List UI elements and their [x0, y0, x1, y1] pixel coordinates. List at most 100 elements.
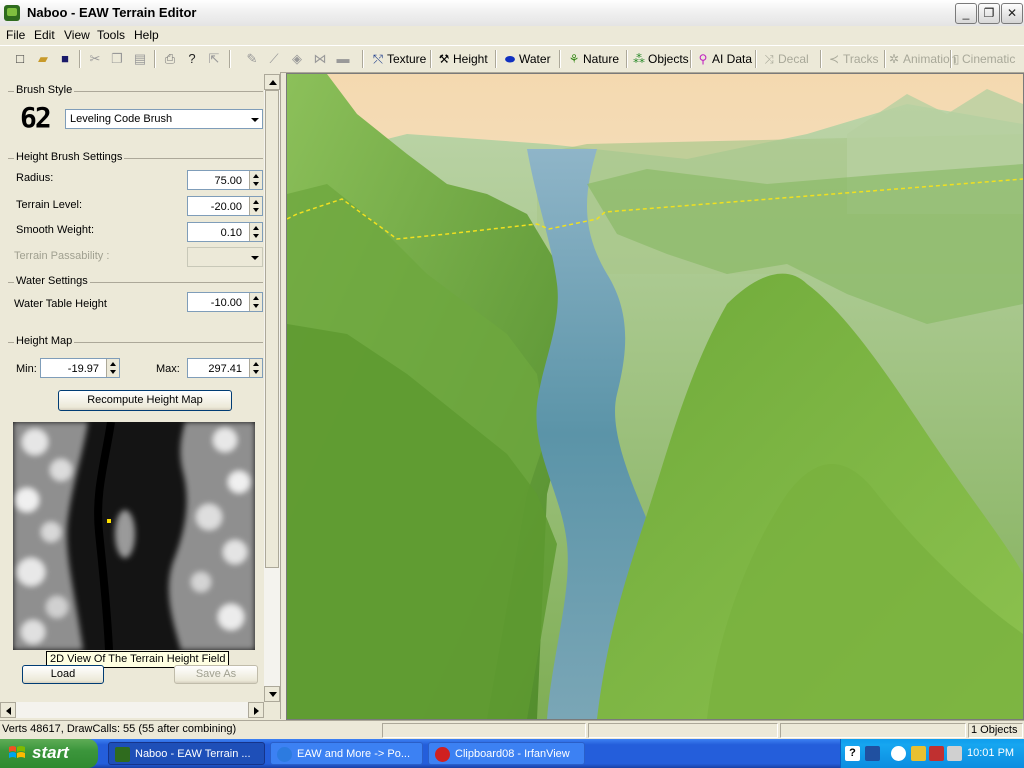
scroll-up-button[interactable]	[264, 74, 280, 90]
chevron-down-icon[interactable]	[248, 110, 262, 128]
scroll-thumb[interactable]	[265, 90, 279, 568]
menu-view[interactable]: View	[64, 28, 90, 42]
status-pane-4	[780, 723, 966, 738]
toolbar-separator	[820, 50, 822, 68]
brush-style-title: Brush Style	[14, 84, 75, 96]
ai-data-mode-button[interactable]: ⚲ AI Data	[696, 51, 752, 67]
copy-icon[interactable]: ❐	[109, 51, 125, 67]
tracks-mode-label: Tracks	[843, 52, 879, 66]
water-table-height-value: -10.00	[210, 297, 242, 309]
save-icon[interactable]: ■	[57, 51, 73, 67]
height-max-input[interactable]: 297.41	[187, 358, 263, 378]
help-icon[interactable]: ?	[845, 746, 860, 761]
paste-icon[interactable]: ▤	[132, 51, 148, 67]
start-label: start	[32, 743, 69, 762]
water-mode-button[interactable]: ⬬ Water	[503, 51, 551, 67]
scroll-right-button[interactable]	[248, 702, 264, 718]
smooth-weight-input[interactable]: 0.10	[187, 222, 263, 242]
menu-help[interactable]: Help	[134, 28, 159, 42]
task-irfanview[interactable]: Clipboard08 - IrfanView	[428, 742, 585, 765]
cinematic-mode-button[interactable]: ▯ Cinematic	[952, 51, 1016, 67]
pencil-icon[interactable]: ✎	[244, 51, 260, 67]
maximize-button[interactable]: ❐	[978, 3, 1000, 24]
task-terrain-editor[interactable]: Naboo - EAW Terrain ...	[108, 742, 265, 765]
smooth-weight-spinner[interactable]	[249, 223, 262, 241]
terrain-3d-viewport[interactable]	[286, 73, 1024, 720]
toolbar-separator	[229, 50, 231, 68]
brush-style-value: Leveling Code Brush	[70, 113, 173, 125]
brush-preview-icon: 62	[20, 101, 52, 134]
height-mode-label: Height	[453, 52, 488, 66]
height-min-input[interactable]: -19.97	[40, 358, 120, 378]
clock: 10:01 PM	[967, 747, 1015, 759]
height-max-spinner[interactable]	[249, 359, 262, 377]
task-browser[interactable]: EAW and More -> Po...	[270, 742, 423, 765]
tracks-icon: ≺	[828, 52, 840, 66]
taskbar: start Naboo - EAW Terrain ... EAW and Mo…	[0, 739, 1024, 768]
context-help-icon[interactable]: ⇱	[206, 51, 222, 67]
scroll-left-button[interactable]	[0, 702, 16, 718]
brush-style-select[interactable]: Leveling Code Brush	[65, 109, 263, 129]
texture-mode-button[interactable]: ⤲ Texture	[371, 51, 426, 67]
print-icon[interactable]: ⎙	[162, 51, 178, 67]
height-mode-button[interactable]: ⚒ Height	[437, 51, 488, 67]
height-tools-icon: ⚒	[438, 52, 450, 66]
window-title: Naboo - EAW Terrain Editor	[27, 5, 197, 20]
height-min-value: -19.97	[67, 363, 99, 375]
terrain-level-value: -20.00	[210, 201, 242, 213]
new-file-icon[interactable]: □	[12, 51, 28, 67]
height-map-preview[interactable]	[13, 422, 255, 650]
menu-file[interactable]: File	[6, 28, 25, 42]
texture-mode-label: Texture	[387, 52, 427, 66]
menu-edit[interactable]: Edit	[34, 28, 55, 42]
terrain-passability-label: Terrain Passability :	[14, 250, 110, 262]
water-table-height-spinner[interactable]	[249, 293, 262, 311]
path-tool-icon[interactable]: ⋈	[312, 51, 328, 67]
security-shield-icon[interactable]	[911, 746, 926, 761]
panel-horizontal-scrollbar[interactable]	[0, 702, 264, 718]
objects-mode-button[interactable]: ⁂ Objects	[632, 51, 689, 67]
speaker-icon[interactable]	[947, 746, 962, 761]
cinematic-mode-label: Cinematic	[962, 52, 1016, 66]
nature-mode-label: Nature	[583, 52, 620, 66]
terrain-level-label: Terrain Level:	[16, 199, 83, 211]
radius-spinner[interactable]	[249, 171, 262, 189]
radius-input[interactable]: 75.00	[187, 170, 263, 190]
close-button[interactable]: ✕	[1001, 3, 1023, 24]
smooth-weight-value: 0.10	[220, 227, 242, 239]
ai-data-mode-label: AI Data	[712, 52, 753, 66]
help-icon[interactable]: ?	[184, 51, 200, 67]
start-button[interactable]: start	[0, 739, 98, 768]
cut-icon[interactable]: ✂	[87, 51, 103, 67]
recompute-height-map-button[interactable]: Recompute Height Map	[58, 390, 232, 411]
water-mode-label: Water	[519, 52, 551, 66]
load-button[interactable]: Load	[22, 665, 104, 684]
ai-pin-icon: ⚲	[698, 52, 708, 66]
animation-mode-button[interactable]: ✲ Animation	[887, 51, 956, 67]
title-bar: Naboo - EAW Terrain Editor _ ❐ ✕	[0, 0, 1024, 27]
scroll-down-button[interactable]	[264, 686, 280, 702]
menu-tools[interactable]: Tools	[97, 28, 125, 42]
save-as-button[interactable]: Save As	[174, 665, 258, 684]
tracks-mode-button[interactable]: ≺ Tracks	[827, 51, 879, 67]
nature-mode-button[interactable]: ⚘ Nature	[567, 51, 619, 67]
terrain-level-input[interactable]: -20.00	[187, 196, 263, 216]
terrain-level-spinner[interactable]	[249, 197, 262, 215]
back-arrow-icon[interactable]	[891, 746, 906, 761]
texture-brush-icon: ⤲	[373, 52, 383, 66]
block-tool-icon[interactable]: ▬	[335, 51, 351, 67]
alert-icon[interactable]	[929, 746, 944, 761]
irfanview-icon	[435, 747, 450, 762]
line-tool-icon[interactable]: ⟋	[266, 51, 282, 67]
open-folder-icon[interactable]: ▰	[35, 51, 51, 67]
fill-tool-icon[interactable]: ◈	[289, 51, 305, 67]
toolbar-separator	[362, 50, 364, 68]
app-icon	[4, 5, 20, 21]
water-table-height-input[interactable]: -10.00	[187, 292, 263, 312]
height-min-spinner[interactable]	[106, 359, 119, 377]
network-icon[interactable]	[865, 746, 880, 761]
radius-label: Radius:	[16, 172, 54, 184]
terrain-render	[287, 74, 1023, 719]
decal-mode-button[interactable]: ⤨ Decal	[762, 51, 809, 67]
minimize-button[interactable]: _	[955, 3, 977, 24]
